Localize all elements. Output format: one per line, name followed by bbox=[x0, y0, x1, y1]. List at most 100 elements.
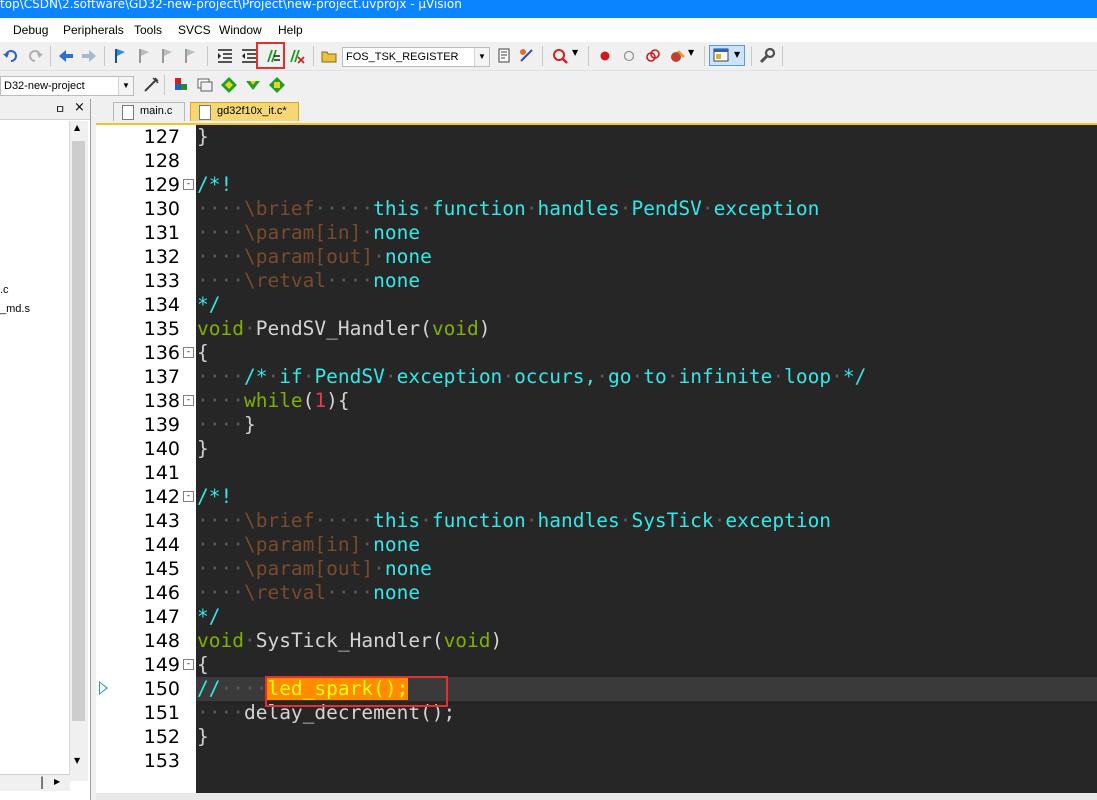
code-line[interactable]: 152} bbox=[96, 725, 1097, 749]
fold-toggle-icon[interactable]: - bbox=[183, 395, 194, 406]
uncomment-selection-icon[interactable] bbox=[288, 47, 306, 65]
code-token: none bbox=[373, 533, 421, 556]
run-time-environment-icon[interactable] bbox=[268, 76, 286, 94]
tab-gd32f10x-it-c[interactable]: gd32f10x_it.c* bbox=[190, 102, 299, 121]
kill-all-breakpoints-icon[interactable] bbox=[668, 47, 686, 65]
code-line[interactable]: 143 ····\brief·····this·function·handles·… bbox=[96, 509, 1097, 533]
code-line[interactable]: 127} bbox=[96, 125, 1097, 149]
code-line[interactable]: 150//····led_spark(); bbox=[96, 677, 1097, 701]
window-layout-button[interactable]: ▼ bbox=[709, 45, 745, 66]
menu-window[interactable]: Window bbox=[219, 23, 262, 37]
code-line[interactable]: 139 ····} bbox=[96, 413, 1097, 437]
code-line[interactable]: 135 void·PendSV_Handler(void) bbox=[96, 317, 1097, 341]
tree-item[interactable]: _md.s bbox=[0, 303, 30, 315]
code-token: ···· bbox=[197, 221, 244, 244]
code-line[interactable]: 137 ····/*·if·PendSV·exception·occurs,·go… bbox=[96, 365, 1097, 389]
select-packs-icon[interactable] bbox=[220, 76, 238, 94]
scroll-down-icon[interactable]: ▼ bbox=[74, 756, 80, 765]
bookmark-next-icon[interactable] bbox=[158, 47, 176, 65]
menu-peripherals[interactable]: Peripherals bbox=[63, 23, 124, 37]
target-combo[interactable]: FOS_TSK_REGISTER ▼ bbox=[342, 47, 490, 67]
code-line[interactable]: 146 ····\retval····none bbox=[96, 581, 1097, 605]
scrollbar-thumb[interactable] bbox=[72, 141, 85, 721]
code-line[interactable]: 144 ····\param[in]·none bbox=[96, 533, 1097, 557]
close-icon[interactable]: × bbox=[74, 100, 85, 115]
fold-toggle-icon[interactable]: - bbox=[183, 179, 194, 190]
code-line[interactable]: 147 */ bbox=[96, 605, 1097, 629]
code-line[interactable]: 130 ····\brief·····this·function·handles·… bbox=[96, 197, 1097, 221]
code-line[interactable]: 151 ····delay_decrement(); bbox=[96, 701, 1097, 725]
fold-toggle-icon[interactable]: - bbox=[183, 347, 194, 358]
bookmark-icon[interactable] bbox=[111, 47, 129, 65]
tab-label: gd32f10x_it.c* bbox=[217, 105, 287, 117]
configure-icon[interactable] bbox=[758, 47, 776, 65]
code-token: this bbox=[373, 509, 421, 532]
fold-toggle-icon[interactable]: - bbox=[183, 491, 194, 502]
code-line[interactable]: 133 ····\retval····none bbox=[96, 269, 1097, 293]
code-line[interactable]: 149-{ bbox=[96, 653, 1097, 677]
code-line[interactable]: 132 ····\param[out]·none bbox=[96, 245, 1097, 269]
code-editor[interactable]: 127} 128 129-/*! 130 ····\brief·····this·fun… bbox=[96, 125, 1097, 800]
project-pane-hscrollbar[interactable]: ▶ | bbox=[0, 774, 70, 791]
code-line[interactable]: 136-{ bbox=[96, 341, 1097, 365]
incremental-find-icon[interactable] bbox=[496, 47, 514, 65]
code-token: · bbox=[420, 197, 432, 220]
code-token: if bbox=[279, 365, 303, 388]
code-token: \retval bbox=[243, 581, 327, 604]
code-token: */ bbox=[197, 293, 221, 316]
bookmark-clear-icon[interactable] bbox=[181, 47, 199, 65]
code-token: · bbox=[373, 245, 385, 268]
redo-icon[interactable] bbox=[26, 47, 44, 65]
code-line[interactable]: 153 bbox=[96, 749, 1097, 773]
code-token: ···· bbox=[197, 197, 244, 220]
scroll-separator: | bbox=[40, 775, 45, 789]
nav-back-icon[interactable] bbox=[57, 47, 75, 65]
menu-help[interactable]: Help bbox=[278, 23, 303, 37]
project-target-combo[interactable]: D32-new-project ▼ bbox=[0, 76, 134, 96]
chevron-down-icon[interactable]: ▼ bbox=[118, 77, 133, 95]
indent-icon[interactable] bbox=[216, 47, 234, 65]
menu-svcs[interactable]: SVCS bbox=[178, 23, 211, 37]
insert-breakpoint-icon[interactable] bbox=[596, 47, 614, 65]
bookmark-prev-icon[interactable] bbox=[135, 47, 153, 65]
code-line[interactable]: 138- ····while(1){ bbox=[96, 389, 1097, 413]
code-text: ····\param[in]·none bbox=[197, 533, 420, 557]
code-token: /*! bbox=[197, 173, 233, 196]
code-line[interactable]: 148 void·SysTick_Handler(void) bbox=[96, 629, 1097, 653]
code-line[interactable]: 128 bbox=[96, 149, 1097, 173]
target-options-icon[interactable] bbox=[142, 76, 160, 94]
pack-installer-icon[interactable] bbox=[244, 76, 262, 94]
code-text: { bbox=[197, 653, 209, 677]
code-token: · bbox=[384, 365, 397, 388]
disable-all-breakpoints-icon[interactable] bbox=[644, 47, 662, 65]
tab-main-c[interactable]: main.c bbox=[113, 102, 185, 121]
code-line[interactable]: 145 ····\param[out]·none bbox=[96, 557, 1097, 581]
file-extensions-icon[interactable] bbox=[196, 76, 214, 94]
code-line[interactable]: 129-/*! bbox=[96, 173, 1097, 197]
project-pane-scrollbar[interactable]: ▲ ▼ bbox=[69, 121, 88, 781]
code-line[interactable]: 141 bbox=[96, 461, 1097, 485]
find-in-files-icon[interactable] bbox=[320, 47, 338, 65]
nav-forward-icon[interactable] bbox=[80, 47, 98, 65]
code-line[interactable]: 134 */ bbox=[96, 293, 1097, 317]
fold-toggle-icon[interactable]: - bbox=[183, 659, 194, 670]
line-number: 133 bbox=[143, 270, 180, 292]
scroll-up-icon[interactable]: ▲ bbox=[74, 123, 80, 132]
editor-hscrollbar[interactable] bbox=[96, 793, 1097, 800]
manage-project-items-icon[interactable] bbox=[172, 76, 190, 94]
code-line[interactable]: 131 ····\param[in]·none bbox=[96, 221, 1097, 245]
menu-tools[interactable]: Tools bbox=[134, 23, 162, 37]
code-line[interactable]: 140} bbox=[96, 437, 1097, 461]
undo-icon[interactable] bbox=[2, 47, 20, 65]
pin-icon[interactable]: ㅁ bbox=[55, 101, 65, 117]
code-token: ···· bbox=[220, 677, 268, 700]
chevron-down-icon[interactable]: ▼ bbox=[474, 48, 489, 66]
find-replace-icon[interactable] bbox=[518, 47, 536, 65]
menu-debug[interactable]: Debug bbox=[13, 23, 48, 37]
scroll-right-icon[interactable]: ▶ bbox=[54, 777, 60, 786]
tree-item[interactable]: .c bbox=[0, 284, 9, 296]
debug-session-icon[interactable] bbox=[551, 47, 569, 65]
code-line[interactable]: 142-/*! bbox=[96, 485, 1097, 509]
disable-breakpoint-icon[interactable] bbox=[620, 47, 638, 65]
code-token: this bbox=[373, 197, 421, 220]
